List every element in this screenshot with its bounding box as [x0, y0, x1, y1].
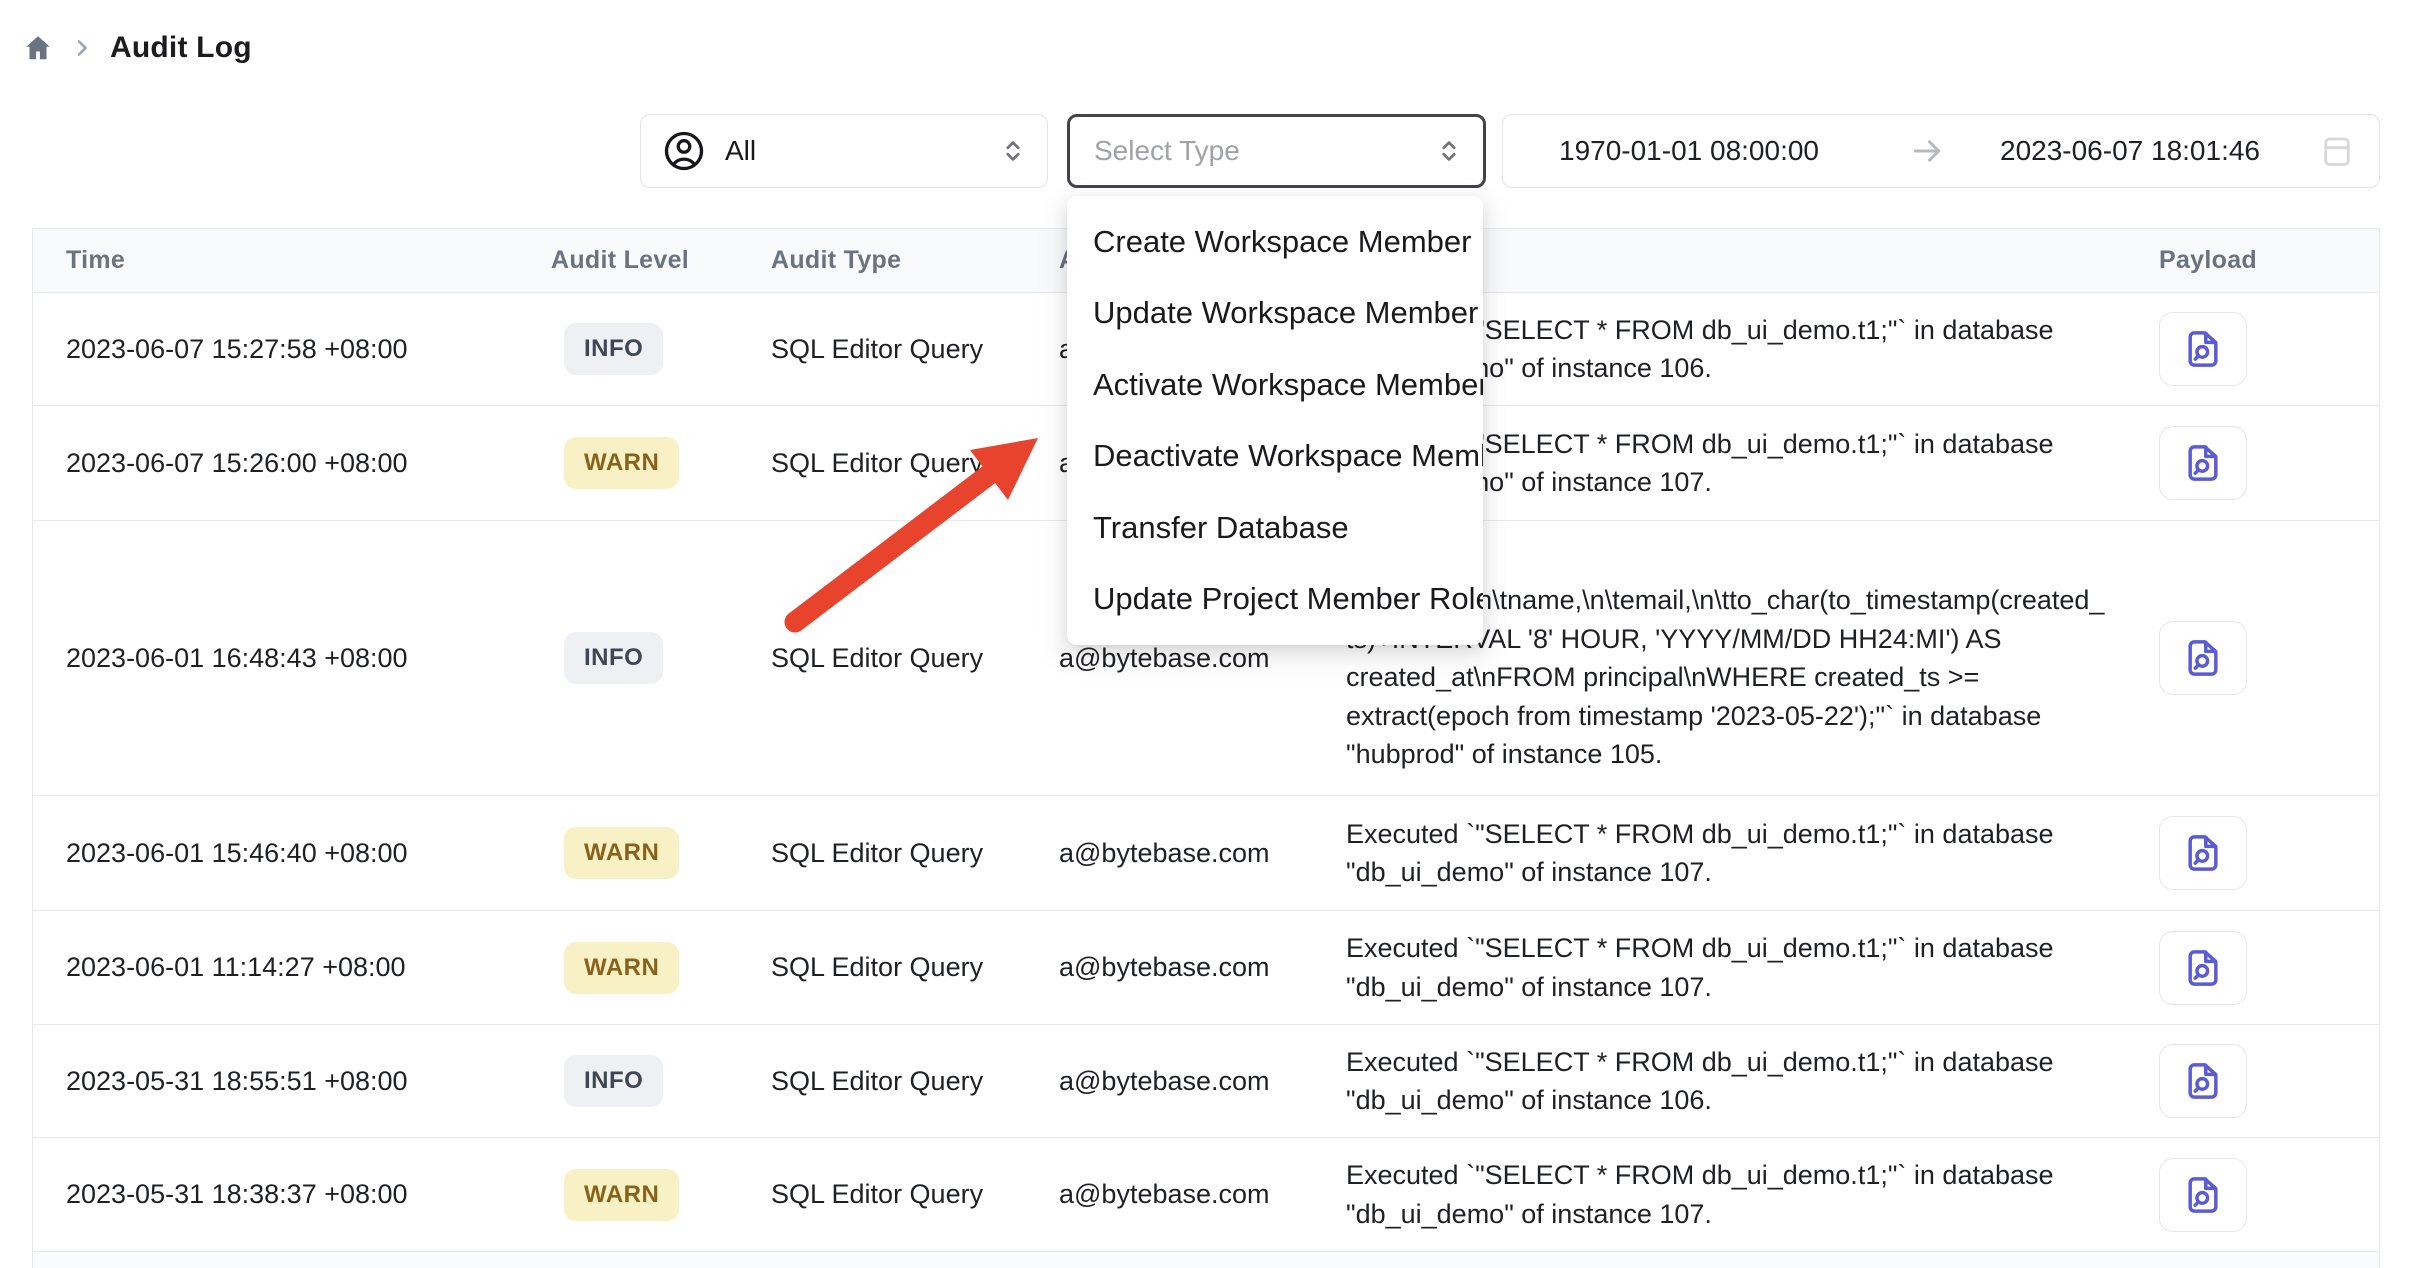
- view-payload-button[interactable]: [2159, 816, 2247, 890]
- cell-time: 2023-06-07 15:26:00 +08:00: [33, 448, 551, 479]
- status-badge: WARN: [564, 437, 679, 489]
- dropdown-option-transfer-database[interactable]: Transfer Database: [1067, 492, 1483, 564]
- view-payload-button[interactable]: [2159, 312, 2247, 386]
- cell-audit-level: INFO: [551, 632, 771, 684]
- dropdown-option-create-workspace-member[interactable]: Create Workspace Member: [1067, 206, 1483, 278]
- cell-audit-level: WARN: [551, 942, 771, 994]
- status-badge: INFO: [564, 1055, 663, 1107]
- status-badge: INFO: [564, 632, 663, 684]
- chevron-right-icon: [70, 36, 94, 60]
- date-range-picker[interactable]: 1970-01-01 08:00:00 2023-06-07 18:01:46: [1502, 114, 2380, 188]
- cell-audit-level: WARN: [551, 437, 771, 489]
- cell-payload: [2127, 621, 2379, 695]
- cell-comment: Executed `"SELECT * FROM db_ui_demo.t1;"…: [1346, 815, 2127, 892]
- cell-audit-level: INFO: [551, 1055, 771, 1107]
- cell-time: 2023-06-07 15:27:58 +08:00: [33, 334, 551, 365]
- cell-audit-type: SQL Editor Query: [771, 952, 1059, 983]
- cell-payload: [2127, 1158, 2379, 1232]
- cell-payload: [2127, 426, 2379, 500]
- page-title: Audit Log: [110, 31, 252, 65]
- cell-actor: a@bytebase.com: [1059, 952, 1346, 983]
- actor-filter-select[interactable]: All: [640, 114, 1048, 188]
- cell-time: 2023-05-31 18:38:37 +08:00: [33, 1179, 551, 1210]
- file-search-icon: [2181, 441, 2225, 485]
- cell-time: 2023-05-31 18:55:51 +08:00: [33, 1066, 551, 1097]
- type-filter-select[interactable]: Select Type: [1067, 114, 1486, 188]
- cell-actor: a@bytebase.com: [1059, 643, 1346, 674]
- column-header-audit-level: Audit Level: [551, 246, 771, 275]
- file-search-icon: [2181, 1173, 2225, 1217]
- date-range-end[interactable]: 2023-06-07 18:01:46: [2000, 135, 2260, 167]
- cell-actor: a@bytebase.com: [1059, 838, 1346, 869]
- cell-comment: Executed `"SELECT * FROM db_ui_demo.t1;"…: [1346, 1156, 2127, 1233]
- select-updown-chevrons-icon: [999, 137, 1027, 165]
- cell-payload: [2127, 1044, 2379, 1118]
- user-circle-icon: [663, 130, 705, 172]
- cell-actor: a@bytebase.com: [1059, 1179, 1346, 1210]
- status-badge: WARN: [564, 827, 679, 879]
- type-select-dropdown-menu: Create Workspace Member Update Workspace…: [1067, 196, 1483, 645]
- cell-time: 2023-06-01 15:46:40 +08:00: [33, 838, 551, 869]
- view-payload-button[interactable]: [2159, 1044, 2247, 1118]
- cell-audit-type: SQL Editor Query: [771, 334, 1059, 365]
- table-row: 2023-06-01 11:14:27 +08:00 WARN SQL Edit…: [33, 911, 2379, 1025]
- file-search-icon: [2181, 1059, 2225, 1103]
- select-updown-chevrons-icon: [1435, 137, 1463, 165]
- cell-audit-type: SQL Editor Query: [771, 448, 1059, 479]
- table-row: 2023-06-01 15:46:40 +08:00 WARN SQL Edit…: [33, 796, 2379, 911]
- dropdown-option-deactivate-workspace-member[interactable]: Deactivate Workspace Member: [1067, 421, 1483, 493]
- dropdown-option-update-project-member[interactable]: Update Project Member Role: [1067, 564, 1483, 636]
- cell-audit-type: SQL Editor Query: [771, 1066, 1059, 1097]
- type-filter-placeholder: Select Type: [1094, 135, 1240, 167]
- arrow-right-icon: [1907, 131, 1947, 171]
- cell-audit-level: WARN: [551, 1169, 771, 1221]
- column-header-time: Time: [33, 246, 551, 275]
- cell-comment: Executed `"SELECT * FROM db_ui_demo.t1;"…: [1346, 929, 2127, 1006]
- file-search-icon: [2181, 636, 2225, 680]
- cell-payload: [2127, 816, 2379, 890]
- file-search-icon: [2181, 831, 2225, 875]
- cell-audit-type: SQL Editor Query: [771, 838, 1059, 869]
- cell-comment: Executed `"SELECT * FROM db_ui_demo.t1;"…: [1346, 1043, 2127, 1120]
- cell-payload: [2127, 931, 2379, 1005]
- file-search-icon: [2181, 327, 2225, 371]
- file-search-icon: [2181, 946, 2225, 990]
- status-badge: WARN: [564, 1169, 679, 1221]
- actor-filter-value: All: [725, 135, 756, 167]
- view-payload-button[interactable]: [2159, 1158, 2247, 1232]
- dropdown-option-update-workspace-member[interactable]: Update Workspace Member: [1067, 278, 1483, 350]
- view-payload-button[interactable]: [2159, 621, 2247, 695]
- table-row: 2023-05-31 18:55:51 +08:00 INFO SQL Edit…: [33, 1025, 2379, 1138]
- date-range-start[interactable]: 1970-01-01 08:00:00: [1559, 135, 1819, 167]
- breadcrumb: Audit Log: [22, 24, 252, 72]
- cell-time: 2023-06-01 16:48:43 +08:00: [33, 643, 551, 674]
- view-payload-button[interactable]: [2159, 426, 2247, 500]
- column-header-payload: Payload: [2127, 246, 2379, 275]
- cell-audit-level: INFO: [551, 323, 771, 375]
- cell-audit-type: SQL Editor Query: [771, 643, 1059, 674]
- cell-audit-level: WARN: [551, 827, 771, 879]
- table-next-row-partial: [33, 1252, 2379, 1268]
- status-badge: INFO: [564, 323, 663, 375]
- audit-log-page: Audit Log All Select Type: [0, 0, 2410, 1268]
- table-row: 2023-05-31 18:38:37 +08:00 WARN SQL Edit…: [33, 1138, 2379, 1252]
- dropdown-option-activate-workspace-member[interactable]: Activate Workspace Member: [1067, 349, 1483, 421]
- cell-payload: [2127, 312, 2379, 386]
- home-icon[interactable]: [22, 32, 54, 64]
- calendar-icon: [2319, 133, 2355, 169]
- cell-audit-type: SQL Editor Query: [771, 1179, 1059, 1210]
- cell-time: 2023-06-01 11:14:27 +08:00: [33, 952, 551, 983]
- cell-actor: a@bytebase.com: [1059, 1066, 1346, 1097]
- view-payload-button[interactable]: [2159, 931, 2247, 1005]
- status-badge: WARN: [564, 942, 679, 994]
- column-header-audit-type: Audit Type: [771, 246, 1059, 275]
